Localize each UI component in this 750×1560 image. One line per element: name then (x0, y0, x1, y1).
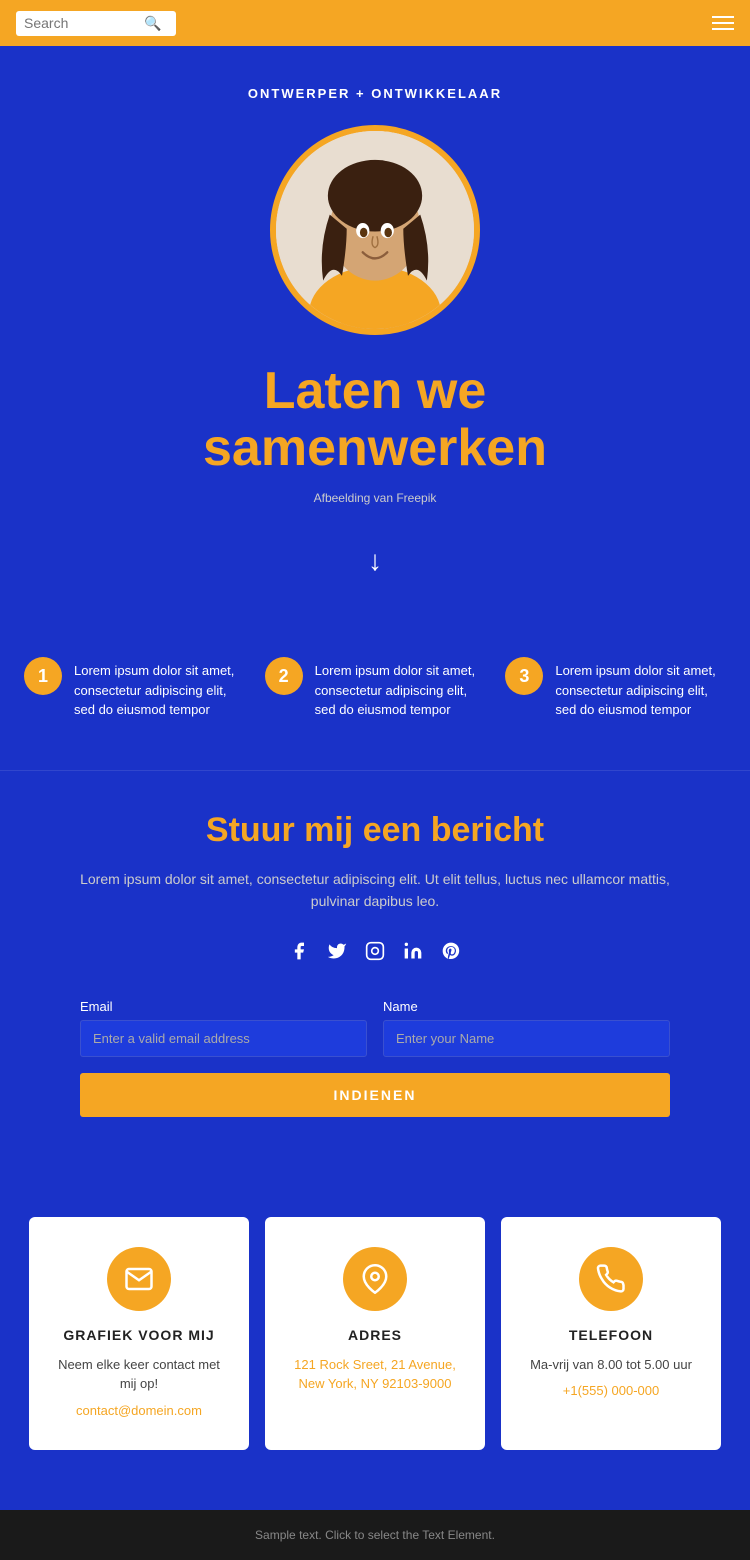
address-card-title: ADRES (285, 1327, 465, 1343)
phone-card-title: TELEFOON (521, 1327, 701, 1343)
contact-form-row: Email Name (80, 999, 670, 1057)
hero-title: Laten we samenwerken (20, 363, 730, 477)
pinterest-icon[interactable] (441, 941, 461, 967)
name-label: Name (383, 999, 670, 1014)
search-input[interactable] (24, 15, 144, 31)
steps-section: 1 Lorem ipsum dolor sit amet, consectetu… (0, 627, 750, 770)
step-1: 1 Lorem ipsum dolor sit amet, consectetu… (24, 657, 245, 720)
facebook-icon[interactable] (289, 941, 309, 967)
contact-title: Stuur mij een bericht (80, 811, 670, 850)
phone-card-text: Ma-vrij van 8.00 tot 5.00 uur (521, 1355, 701, 1375)
social-icons (80, 941, 670, 967)
submit-button[interactable]: INDIENEN (80, 1073, 670, 1117)
search-box[interactable]: 🔍 (16, 11, 176, 36)
name-field[interactable] (383, 1020, 670, 1057)
contact-card-phone: TELEFOON Ma-vrij van 8.00 tot 5.00 uur +… (501, 1217, 721, 1450)
avatar-image (276, 131, 474, 329)
contact-description: Lorem ipsum dolor sit amet, consectetur … (80, 868, 670, 913)
image-credit: Afbeelding van Freepik (20, 491, 730, 505)
header: 🔍 (0, 0, 750, 46)
step-text-3: Lorem ipsum dolor sit amet, consectetur … (555, 657, 726, 720)
email-label: Email (80, 999, 367, 1014)
hero-subtitle: ONTWERPER + ONTWIKKELAAR (20, 86, 730, 101)
search-icon: 🔍 (144, 15, 161, 32)
instagram-icon[interactable] (365, 941, 385, 967)
email-card-link[interactable]: contact@domein.com (76, 1403, 202, 1418)
step-number-1: 1 (24, 657, 62, 695)
contact-card-email: GRAFIEK VOOR MIJ Neem elke keer contact … (29, 1217, 249, 1450)
email-form-group: Email (80, 999, 367, 1057)
step-number-3: 3 (505, 657, 543, 695)
address-card-icon (343, 1247, 407, 1311)
step-text-1: Lorem ipsum dolor sit amet, consectetur … (74, 657, 245, 720)
scroll-down-arrow: ↓ (368, 545, 382, 577)
email-card-icon (107, 1247, 171, 1311)
hero-section: ONTWERPER + ONTWIKKELAAR (0, 46, 750, 627)
phone-card-icon (579, 1247, 643, 1311)
cards-section: GRAFIEK VOOR MIJ Neem elke keer contact … (0, 1177, 750, 1510)
contact-card-address: ADRES 121 Rock Sreet, 21 Avenue, New Yor… (265, 1217, 485, 1450)
step-2: 2 Lorem ipsum dolor sit amet, consectetu… (265, 657, 486, 720)
contact-section: Stuur mij een bericht Lorem ipsum dolor … (0, 770, 750, 1177)
email-field[interactable] (80, 1020, 367, 1057)
phone-card-link[interactable]: +1(555) 000-000 (563, 1383, 660, 1398)
address-card-text: 121 Rock Sreet, 21 Avenue, New York, NY … (285, 1355, 465, 1394)
hamburger-menu-button[interactable] (712, 16, 734, 30)
step-3: 3 Lorem ipsum dolor sit amet, consectetu… (505, 657, 726, 720)
footer-text: Sample text. Click to select the Text El… (255, 1528, 495, 1542)
twitter-icon[interactable] (327, 941, 347, 967)
step-number-2: 2 (265, 657, 303, 695)
linkedin-icon[interactable] (403, 941, 423, 967)
email-card-text: Neem elke keer contact met mij op! (49, 1355, 229, 1394)
email-card-title: GRAFIEK VOOR MIJ (49, 1327, 229, 1343)
avatar (270, 125, 480, 335)
footer: Sample text. Click to select the Text El… (0, 1510, 750, 1560)
step-text-2: Lorem ipsum dolor sit amet, consectetur … (315, 657, 486, 720)
name-form-group: Name (383, 999, 670, 1057)
